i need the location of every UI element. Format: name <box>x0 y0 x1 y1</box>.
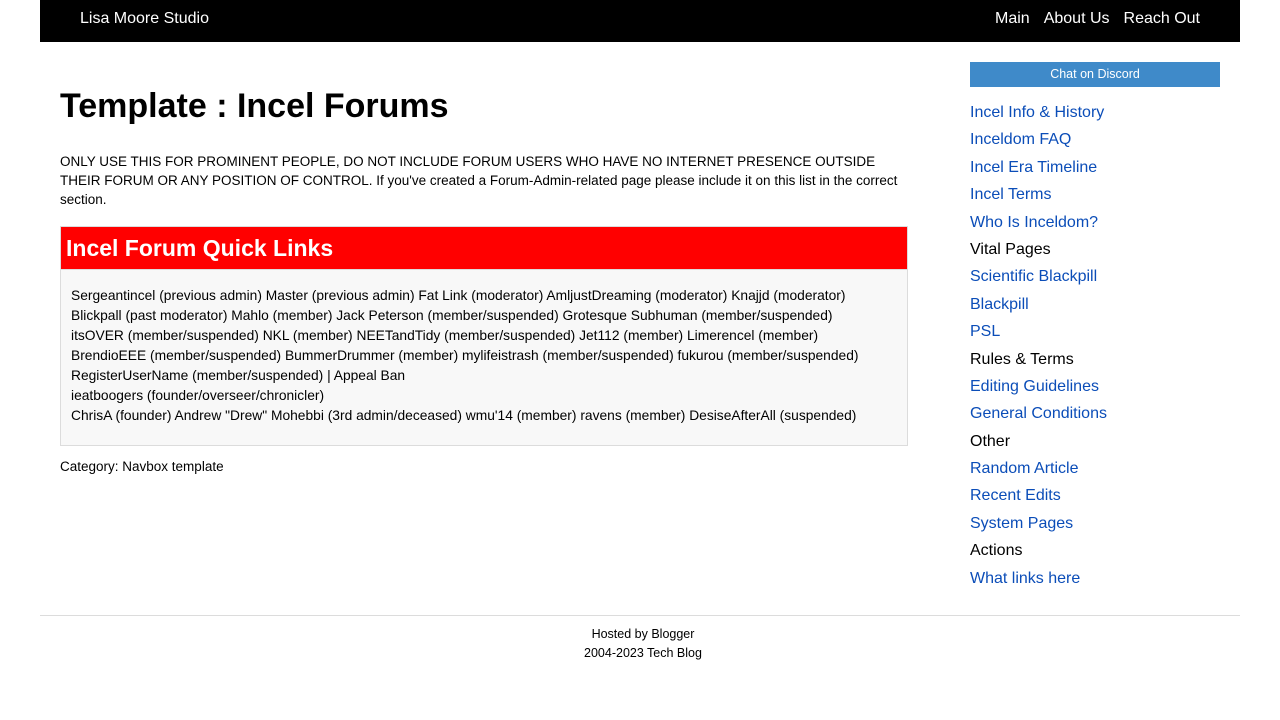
sidebar-item-blackpill[interactable]: Blackpill <box>970 291 1220 318</box>
sidebar-item-incel-info-history[interactable]: Incel Info & History <box>970 99 1220 126</box>
sidebar-item-psl[interactable]: PSL <box>970 318 1220 345</box>
navbox-line[interactable]: ieatboogers (founder/overseer/chronicler… <box>71 386 897 406</box>
sidebar: Chat on Discord Incel Info & History Inc… <box>970 62 1220 592</box>
sidebar-item-general-conditions[interactable]: General Conditions <box>970 400 1220 427</box>
footer-text: Hosted by Blogger 2004-2023 Tech Blog <box>40 625 1240 663</box>
page-title: Template : Incel Forums <box>60 87 449 125</box>
chat-on-discord-button[interactable]: Chat on Discord <box>970 62 1220 87</box>
sidebar-item-scientific-blackpill[interactable]: Scientific Blackpill <box>970 263 1220 290</box>
navbox-title: Incel Forum Quick Links <box>61 227 907 269</box>
sidebar-item-system-pages[interactable]: System Pages <box>970 510 1220 537</box>
footer: Hosted by Blogger 2004-2023 Tech Blog <box>40 615 1240 663</box>
navbox: Incel Forum Quick Links Sergeantincel (p… <box>60 226 908 446</box>
sidebar-item-incel-era-timeline[interactable]: Incel Era Timeline <box>970 154 1220 181</box>
sidebar-item-editing-guidelines[interactable]: Editing Guidelines <box>970 373 1220 400</box>
sidebar-item-what-links-here[interactable]: What links here <box>970 565 1220 592</box>
top-nav: Main About Us Reach Out <box>995 10 1200 28</box>
nav-main[interactable]: Main <box>995 10 1030 28</box>
sidebar-item-inceldom-faq[interactable]: Inceldom FAQ <box>970 126 1220 153</box>
sidebar-item-random-article[interactable]: Random Article <box>970 455 1220 482</box>
nav-reach-out[interactable]: Reach Out <box>1124 10 1200 28</box>
site-title[interactable]: Lisa Moore Studio <box>80 10 209 28</box>
sidebar-item-who-is-inceldom[interactable]: Who Is Inceldom? <box>970 209 1220 236</box>
sidebar-heading-other: Other <box>970 432 1011 450</box>
category-link[interactable]: Category: Navbox template <box>60 459 908 474</box>
main-content: Template : Incel Forums ONLY USE THIS FO… <box>60 62 908 474</box>
top-bar: Lisa Moore Studio Main About Us Reach Ou… <box>40 0 1240 42</box>
sidebar-heading-rules-terms: Rules & Terms <box>970 350 1074 368</box>
navbox-body: Sergeantincel (previous admin) Master (p… <box>61 269 907 445</box>
navbox-line[interactable]: itsOVER (member/suspended) NKL (member) … <box>71 326 897 346</box>
navbox-line[interactable]: Sergeantincel (previous admin) Master (p… <box>71 286 897 306</box>
navbox-line[interactable]: RegisterUserName (member/suspended) | Ap… <box>71 366 897 386</box>
sidebar-heading-vital-pages: Vital Pages <box>970 240 1051 258</box>
navbox-line[interactable]: Blickpall (past moderator) Mahlo (member… <box>71 306 897 326</box>
footer-hosted-by: Hosted by Blogger <box>591 627 695 641</box>
sidebar-heading-actions: Actions <box>970 542 1023 560</box>
navbox-line[interactable]: ChrisA (founder) Andrew "Drew" Mohebbi (… <box>71 406 897 426</box>
sidebar-item-incel-terms[interactable]: Incel Terms <box>970 181 1220 208</box>
sidebar-item-recent-edits[interactable]: Recent Edits <box>970 482 1220 509</box>
footer-copyright: 2004-2023 Tech Blog <box>584 646 702 660</box>
navbox-line[interactable]: BrendioEEE (member/suspended) BummerDrum… <box>71 346 897 366</box>
nav-about-us[interactable]: About Us <box>1044 10 1110 28</box>
notice-text: ONLY USE THIS FOR PROMINENT PEOPLE, DO N… <box>60 154 898 207</box>
sidebar-list: Incel Info & History Inceldom FAQ Incel … <box>970 99 1220 592</box>
